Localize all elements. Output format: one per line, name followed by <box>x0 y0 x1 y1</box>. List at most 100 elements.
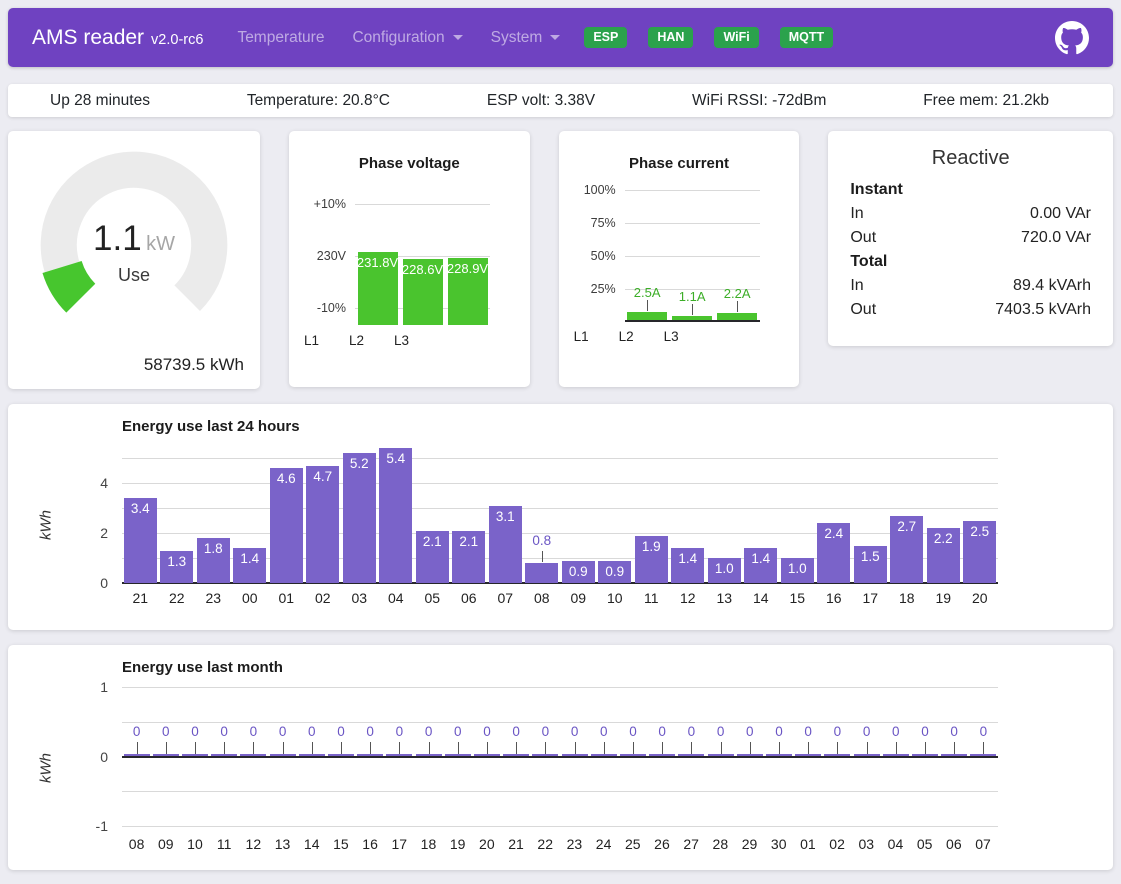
x-axis-baseline <box>625 320 760 322</box>
bar-value-label: 3.1 <box>489 509 522 524</box>
x-axis-tick: 30 <box>764 836 793 852</box>
x-axis-tick: 04 <box>378 590 415 606</box>
nav-system-label: System <box>491 29 543 47</box>
bar-value-label: 228.9V <box>445 261 491 276</box>
x-axis-tick: 01 <box>268 590 305 606</box>
gridline <box>122 458 998 459</box>
energy-month-card: Energy use last month kWh 10-10000000000… <box>8 645 1113 870</box>
zero-value-bar <box>532 754 558 757</box>
y-axis-tick: 2 <box>100 525 108 541</box>
label-leader-line <box>721 742 722 754</box>
x-axis-tick: 16 <box>356 836 385 852</box>
zero-value-bar <box>386 754 412 757</box>
gridline <box>355 204 490 205</box>
free-mem-status: Free mem: 21.2kb <box>923 92 1049 110</box>
bar-value-label: 3.4 <box>124 501 157 516</box>
zero-value-bar <box>503 754 529 757</box>
page: AMS reader v2.0-rc6 Temperature Configur… <box>0 0 1121 884</box>
zero-value-bar <box>211 754 237 757</box>
bar-value-label: 4.7 <box>306 469 339 484</box>
x-axis-tick: L3 <box>649 329 694 344</box>
energy-bar <box>343 453 376 583</box>
gauge-center-text: 1.1 kW Use <box>34 219 234 286</box>
github-octocat-icon <box>1055 21 1089 55</box>
energy-month-plot: 10-1000000000000000000000000000000 <box>122 684 998 829</box>
label-leader-line <box>253 742 254 754</box>
x-axis-tick: 05 <box>414 590 451 606</box>
x-axis-tick: L2 <box>604 329 649 344</box>
row-label: In <box>850 202 863 226</box>
x-axis-tick: L1 <box>559 329 604 344</box>
zero-value-bar <box>766 754 792 757</box>
bar-value-label: 2.1 <box>452 534 485 549</box>
bar-value-label: 0.9 <box>598 564 631 579</box>
x-axis-tick: 07 <box>487 590 524 606</box>
energy-bar <box>379 448 412 583</box>
zero-value-bar <box>970 754 996 757</box>
y-axis-tick: -1 <box>96 818 108 834</box>
zero-value-bar <box>591 754 617 757</box>
row-value: 7403.5 kVArh <box>995 298 1091 322</box>
zero-value-bar <box>941 754 967 757</box>
x-axis-tick: 11 <box>633 590 670 606</box>
label-leader-line <box>224 742 225 754</box>
x-axis-tick: 01 <box>793 836 822 852</box>
row-value: 0.00 VAr <box>1030 202 1091 226</box>
gridline <box>625 256 760 257</box>
app-version: v2.0-rc6 <box>151 32 203 48</box>
x-axis-tick: 17 <box>385 836 414 852</box>
y-axis-tick: 0 <box>100 749 108 765</box>
x-axis-tick: 23 <box>195 590 232 606</box>
zero-value-bar <box>795 754 821 757</box>
nav-system[interactable]: System <box>479 21 573 55</box>
label-leader-line <box>633 742 634 754</box>
x-axis-tick: 24 <box>589 836 618 852</box>
x-axis-tick: 03 <box>341 590 378 606</box>
energy-24h-card: Energy use last 24 hours kWh 0243.41.31.… <box>8 404 1113 630</box>
app-brand[interactable]: AMS reader v2.0-rc6 <box>32 26 203 50</box>
y-axis-tick: 75% <box>591 216 616 230</box>
label-leader-line <box>575 742 576 754</box>
top-cards-row: 1.1 kW Use 58739.5 kWh Phase voltage +10… <box>8 131 1113 389</box>
y-axis-tick: 230V <box>317 249 346 263</box>
bar-value-label: 2.5 <box>963 524 996 539</box>
label-leader-line <box>896 742 897 754</box>
x-axis-tick: 15 <box>779 590 816 606</box>
bar-value-label: 1.0 <box>708 561 741 576</box>
nav-temperature[interactable]: Temperature <box>225 21 336 55</box>
x-axis-tick: 14 <box>743 590 780 606</box>
bar-value-label: 228.6V <box>400 262 446 277</box>
github-link[interactable] <box>1055 21 1089 55</box>
bar-value-label: 1.4 <box>233 551 266 566</box>
label-leader-line <box>779 742 780 754</box>
y-axis-tick: -10% <box>317 301 346 315</box>
x-axis-tick: 13 <box>268 836 297 852</box>
power-gauge-card: 1.1 kW Use 58739.5 kWh <box>8 131 260 389</box>
bar-value-label: 0 <box>953 724 1013 739</box>
label-leader-line <box>542 551 543 562</box>
reactive-title: Reactive <box>850 147 1091 170</box>
phase-current-x-axis: L1L2L3 <box>559 329 800 344</box>
label-leader-line <box>341 742 342 754</box>
zero-value-bar <box>182 754 208 757</box>
gridline <box>122 483 998 484</box>
zero-value-bar <box>737 754 763 757</box>
status-bar: Up 28 minutes Temperature: 20.8°C ESP vo… <box>8 84 1113 117</box>
label-leader-line <box>750 742 751 754</box>
x-axis-tick: 20 <box>962 590 999 606</box>
energy-bar <box>525 563 558 583</box>
bar-value-label: 0.9 <box>562 564 595 579</box>
chevron-down-icon <box>453 35 463 40</box>
phase-current-card: Phase current 100%75%50%25%2.5A1.1A2.2A … <box>559 131 800 387</box>
y-axis-tick: 50% <box>591 249 616 263</box>
phase-voltage-card: Phase voltage +10%230V-10%231.8V228.6V22… <box>289 131 530 387</box>
x-axis-tick: 03 <box>852 836 881 852</box>
wifi-rssi-status: WiFi RSSI: -72dBm <box>692 92 826 110</box>
bar-value-label: 2.4 <box>817 526 850 541</box>
nav-configuration[interactable]: Configuration <box>340 21 474 55</box>
reactive-total-out-row: Out 7403.5 kVArh <box>850 298 1091 322</box>
row-label: Out <box>850 226 876 250</box>
y-axis-tick: 1 <box>100 679 108 695</box>
row-label: Out <box>850 298 876 322</box>
energy-24h-title: Energy use last 24 hours <box>122 417 1113 437</box>
